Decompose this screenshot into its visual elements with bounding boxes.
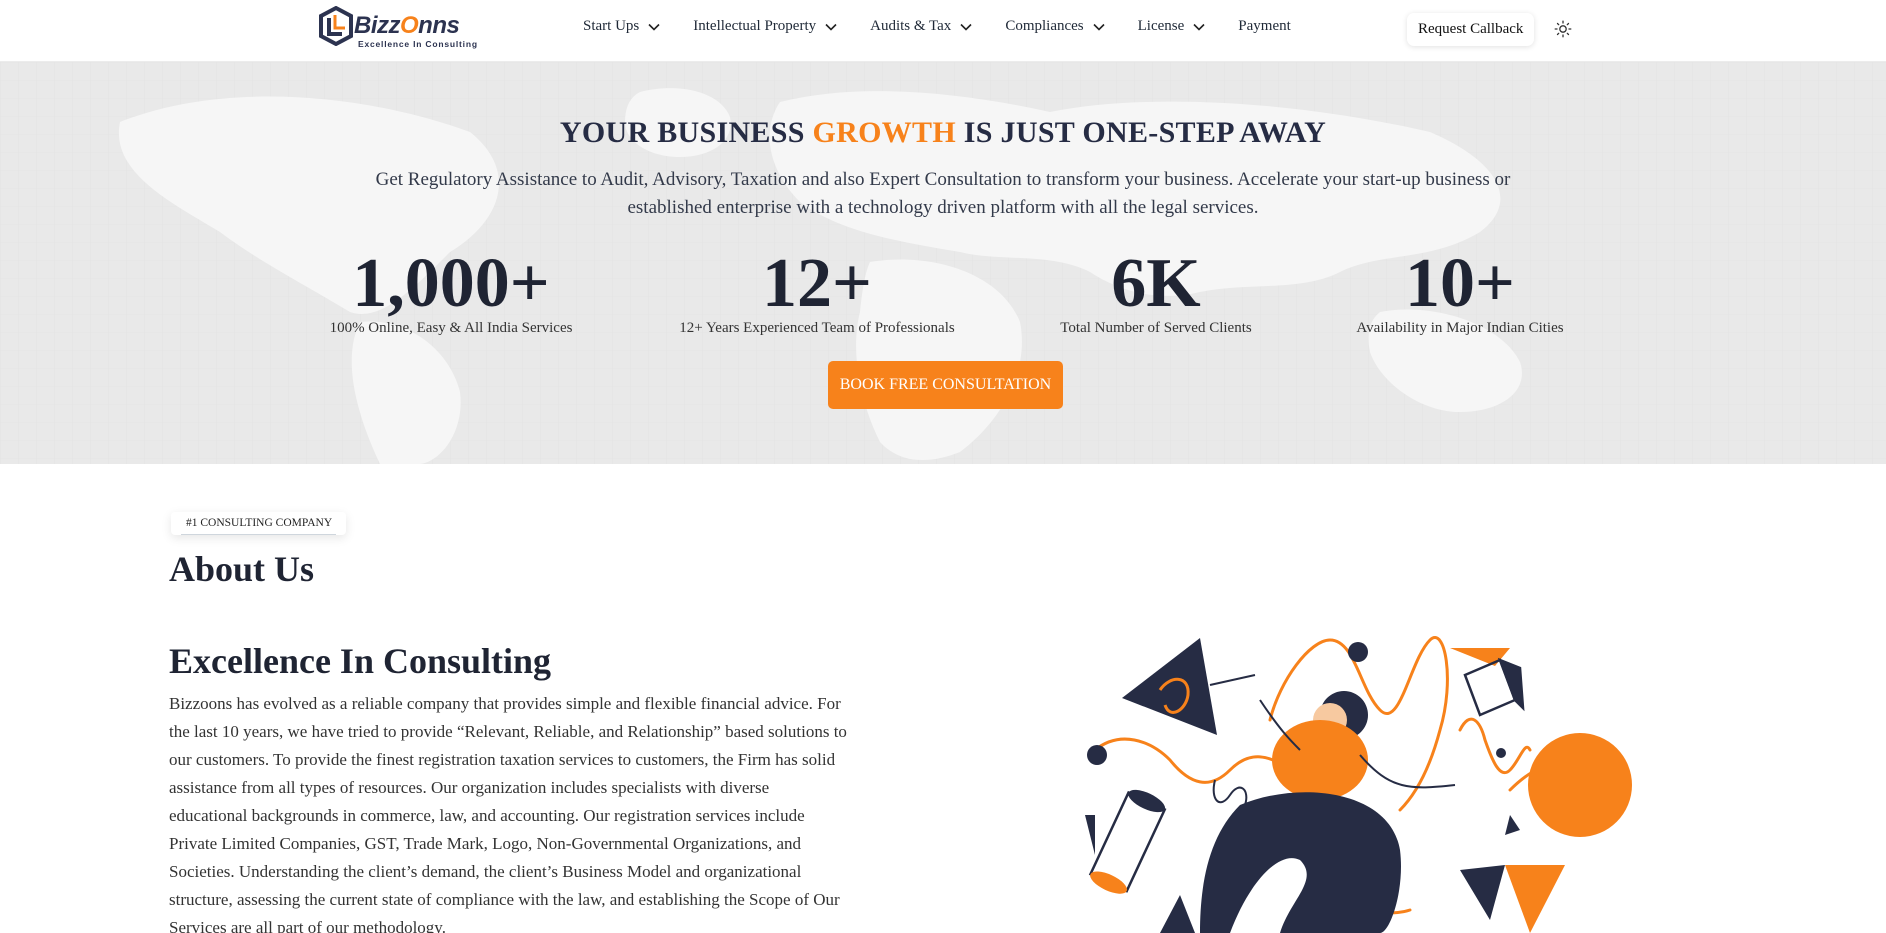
chevron-down-icon bbox=[1193, 23, 1205, 31]
menu-label: Start Ups bbox=[583, 18, 640, 34]
stat-label: Total Number of Served Clients bbox=[1060, 320, 1252, 336]
menu-label: Compliances bbox=[1005, 18, 1084, 34]
book-free-consultation-button[interactable]: BOOK FREE CONSULTATION bbox=[828, 361, 1063, 409]
consulting-illustration bbox=[1085, 636, 1632, 933]
section-heading: Excellence In Consulting bbox=[169, 641, 552, 681]
hero-section: YOUR BUSINESS GROWTH IS JUST ONE-STEP AW… bbox=[0, 62, 1886, 464]
chevron-down-icon bbox=[648, 23, 660, 31]
hero-subtitle: Get Regulatory Assistance to Audit, Advi… bbox=[375, 169, 1511, 218]
menu-item-intellectual-property[interactable]: Intellectual Property bbox=[693, 18, 838, 35]
stat-served-clients: 6K Total Number of Served Clients bbox=[1050, 246, 1262, 337]
menu-label: Audits & Tax bbox=[870, 18, 952, 34]
menu-item-start-ups[interactable]: Start Ups bbox=[583, 18, 661, 35]
menu-label: License bbox=[1137, 18, 1185, 34]
stat-cities: 10+ Availability in Major Indian Cities bbox=[1345, 246, 1575, 337]
menu-item-compliances[interactable]: Compliances bbox=[1005, 18, 1105, 35]
main-menu: Start Ups Intellectual Property Audits &… bbox=[583, 18, 1323, 35]
chevron-down-icon bbox=[825, 23, 837, 31]
stats-row: 1,000+ 100% Online, Easy & All India Ser… bbox=[0, 246, 1886, 346]
menu-item-payment[interactable]: Payment bbox=[1238, 18, 1291, 35]
top-navbar: BizzOnns Excellence In Consulting Start … bbox=[0, 0, 1886, 62]
badge-underline bbox=[181, 534, 337, 535]
stat-value: 6K bbox=[1111, 245, 1201, 322]
logo-mark-icon bbox=[319, 6, 353, 46]
brand-tagline: Excellence In Consulting bbox=[358, 39, 478, 49]
menu-label: Payment bbox=[1238, 18, 1291, 34]
menu-label: Intellectual Property bbox=[693, 18, 817, 34]
stat-label: Availability in Major Indian Cities bbox=[1356, 320, 1564, 336]
consulting-badge: #1 CONSULTING COMPANY bbox=[171, 512, 347, 535]
stat-label: 12+ Years Experienced Team of Profession… bbox=[679, 320, 955, 336]
menu-item-audits-tax[interactable]: Audits & Tax bbox=[870, 18, 973, 35]
request-callback-button[interactable]: Request Callback bbox=[1407, 13, 1535, 46]
stat-label: 100% Online, Easy & All India Services bbox=[329, 320, 573, 336]
sun-icon[interactable] bbox=[1554, 20, 1572, 38]
about-title: About Us bbox=[169, 549, 315, 589]
about-body: Bizzoons has evolved as a reliable compa… bbox=[169, 694, 847, 933]
stat-years-experience: 12+ 12+ Years Experienced Team of Profes… bbox=[667, 246, 967, 337]
badge-text: #1 CONSULTING COMPANY bbox=[186, 517, 333, 529]
brand-name: BizzOnns bbox=[354, 12, 460, 39]
menu-item-license[interactable]: License bbox=[1138, 18, 1207, 35]
stat-online-services: 1,000+ 100% Online, Easy & All India Ser… bbox=[321, 246, 581, 337]
stat-value: 10+ bbox=[1405, 245, 1515, 322]
hero-title: YOUR BUSINESS GROWTH IS JUST ONE-STEP AW… bbox=[559, 116, 1327, 149]
stat-value: 12+ bbox=[762, 245, 872, 322]
chevron-down-icon bbox=[1093, 23, 1105, 31]
brand-logo[interactable]: BizzOnns Excellence In Consulting bbox=[318, 6, 483, 52]
chevron-down-icon bbox=[960, 23, 972, 31]
stat-value: 1,000+ bbox=[352, 245, 550, 322]
